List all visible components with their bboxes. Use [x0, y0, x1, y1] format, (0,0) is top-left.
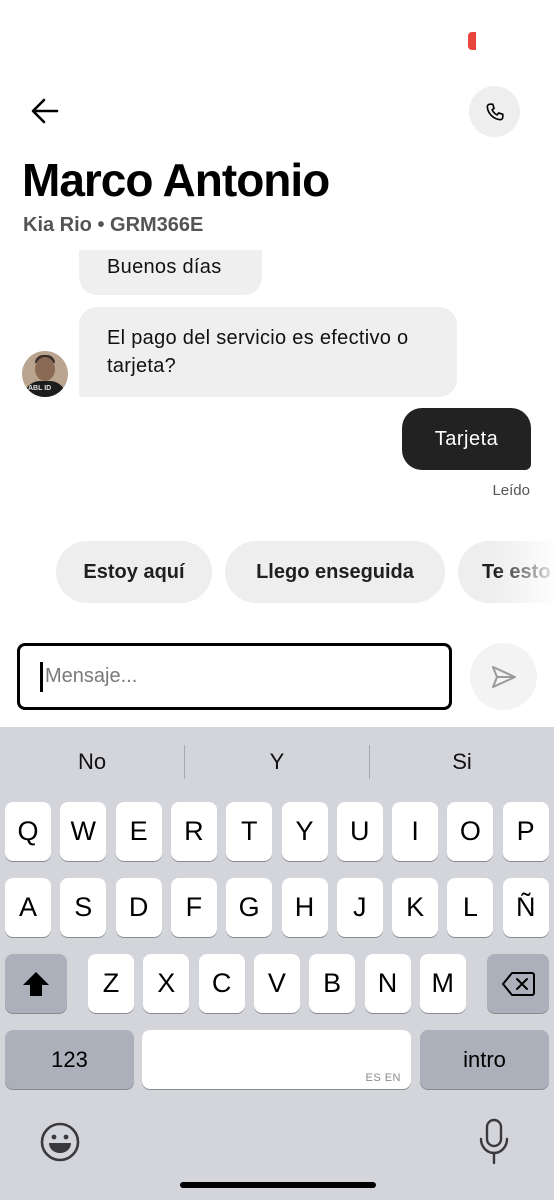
send-icon — [491, 665, 516, 688]
chat-thread: Buenos días El pago del servicio es efec… — [0, 250, 554, 535]
quick-reply-chip[interactable]: Te esto — [458, 541, 554, 603]
backspace-icon — [502, 971, 535, 996]
key-r[interactable]: R — [170, 802, 217, 861]
key-f[interactable]: F — [170, 878, 217, 937]
key-h[interactable]: H — [281, 878, 328, 937]
dictation-button[interactable] — [476, 1117, 512, 1167]
key-d[interactable]: D — [115, 878, 162, 937]
return-key[interactable]: intro — [420, 1030, 549, 1089]
key-a[interactable]: A — [5, 878, 51, 937]
key-s[interactable]: S — [60, 878, 107, 937]
key-m[interactable]: M — [419, 954, 466, 1013]
key-q[interactable]: Q — [5, 802, 51, 861]
keyboard: No Y Si QWERTYUIOP ASDFGHJKLÑ ZXCVBNM 12… — [0, 727, 554, 1200]
text-caret — [40, 661, 43, 692]
key-k[interactable]: K — [392, 878, 439, 937]
message-input[interactable]: Mensaje... — [17, 643, 452, 710]
space-key[interactable]: ES EN — [142, 1030, 411, 1089]
driver-name: Marco Antonio — [22, 154, 330, 206]
key-w[interactable]: W — [60, 802, 107, 861]
suggestion-item[interactable]: No — [0, 747, 184, 777]
key-c[interactable]: C — [198, 954, 245, 1013]
key-g[interactable]: G — [226, 878, 273, 937]
avatar-shirt-text: ABL ID — [28, 385, 52, 392]
send-button[interactable] — [470, 643, 537, 710]
quick-reply-chip[interactable]: Llego enseguida — [225, 541, 445, 603]
message-bubble-incoming: El pago del servicio es efectivo o tarje… — [79, 307, 457, 397]
key-v[interactable]: V — [253, 954, 300, 1013]
phone-icon — [485, 102, 504, 121]
quick-replies: Estoy aquí Llego enseguida Te esto — [0, 541, 554, 603]
key-t[interactable]: T — [226, 802, 273, 861]
recording-indicator — [468, 32, 476, 50]
arrow-left-icon — [31, 98, 59, 124]
quick-reply-chip[interactable]: Estoy aquí — [56, 541, 212, 603]
call-button[interactable] — [469, 86, 520, 137]
message-bubble-outgoing: Tarjeta — [402, 408, 531, 470]
key-i[interactable]: I — [392, 802, 439, 861]
key-y[interactable]: Y — [281, 802, 328, 861]
emoji-icon — [40, 1122, 80, 1162]
key-ñ[interactable]: Ñ — [502, 878, 549, 937]
back-button[interactable] — [22, 88, 68, 134]
vehicle-info: Kia Rio • GRM366E — [23, 214, 204, 236]
key-p[interactable]: P — [502, 802, 549, 861]
home-indicator — [180, 1182, 376, 1188]
delete-key[interactable] — [487, 954, 549, 1013]
key-u[interactable]: U — [336, 802, 383, 861]
read-receipt: Leído — [492, 482, 530, 499]
language-indicator: ES EN — [365, 1072, 401, 1084]
driver-avatar: ABL ID — [22, 351, 68, 397]
shift-icon — [23, 971, 49, 996]
key-o[interactable]: O — [447, 802, 494, 861]
key-e[interactable]: E — [115, 802, 162, 861]
message-placeholder: Mensaje... — [45, 665, 138, 687]
key-b[interactable]: B — [309, 954, 356, 1013]
key-n[interactable]: N — [364, 954, 411, 1013]
microphone-icon — [479, 1118, 509, 1165]
avatar-face — [35, 357, 55, 381]
numbers-key[interactable]: 123 — [5, 1030, 134, 1089]
key-x[interactable]: X — [143, 954, 190, 1013]
suggestion-item[interactable]: Si — [370, 747, 554, 777]
message-bubble-incoming: Buenos días — [79, 250, 262, 295]
key-l[interactable]: L — [447, 878, 494, 937]
key-z[interactable]: Z — [88, 954, 134, 1013]
shift-key[interactable] — [5, 954, 67, 1013]
suggestion-bar: No Y Si — [0, 727, 554, 797]
key-j[interactable]: J — [336, 878, 383, 937]
emoji-button[interactable] — [38, 1120, 82, 1164]
suggestion-item[interactable]: Y — [185, 747, 369, 777]
